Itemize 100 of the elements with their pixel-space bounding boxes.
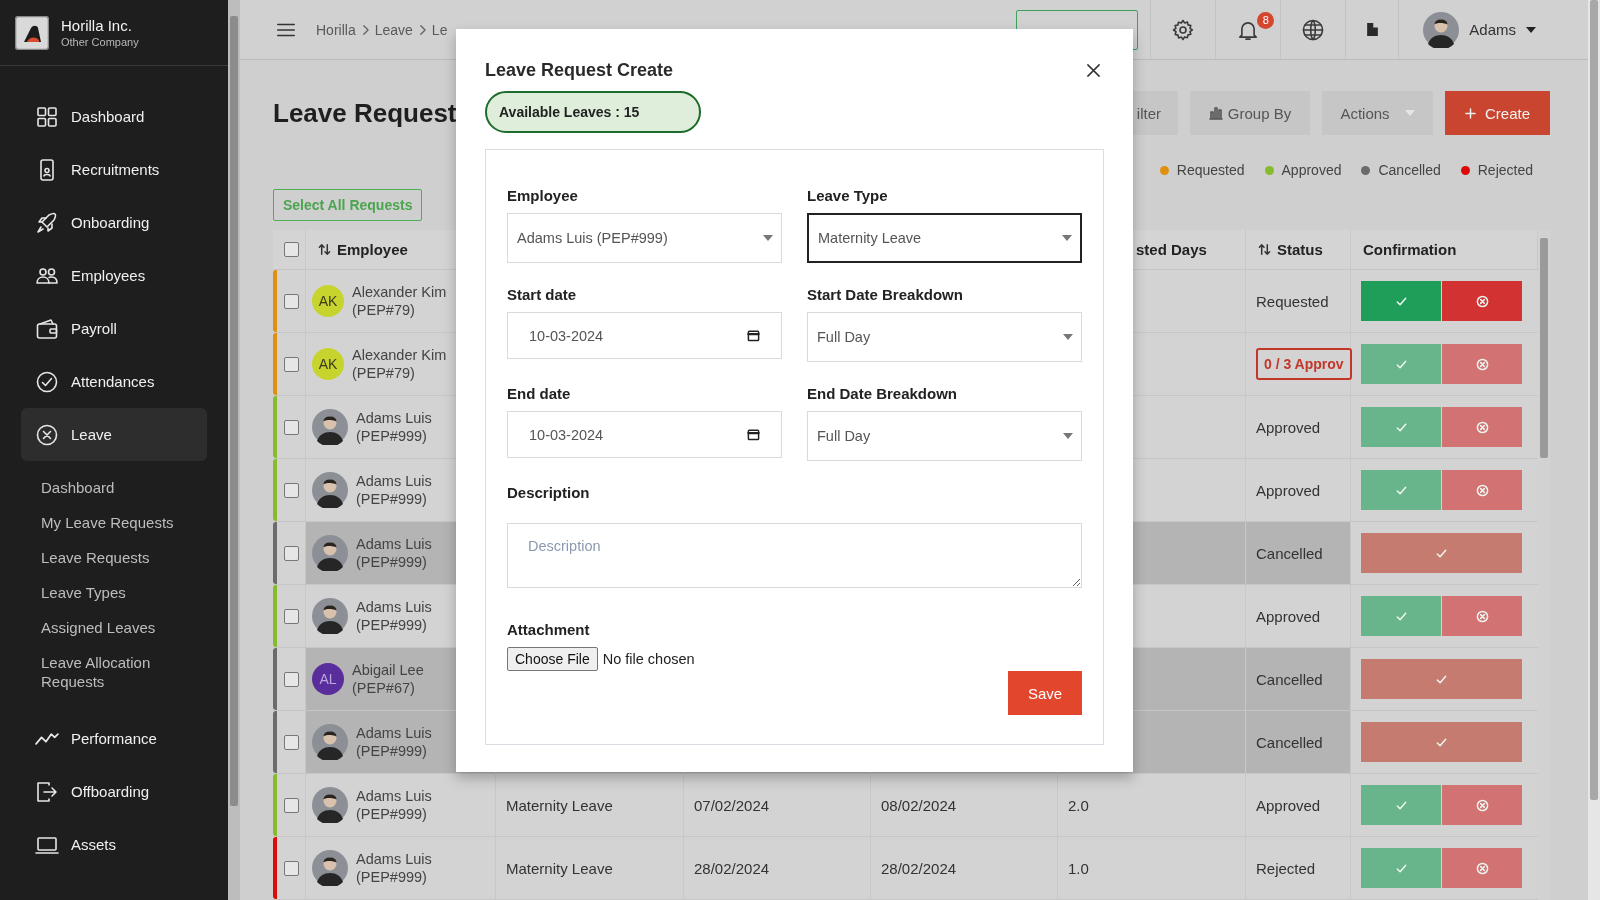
employee-name: Abigail Lee [352,661,424,679]
employee-name: Alexander Kim [352,346,447,364]
checkbox[interactable] [283,293,299,309]
reject-button[interactable] [1442,281,1522,321]
breadcrumb-link[interactable]: Leave [374,21,413,38]
cross-circle-icon [1475,609,1489,623]
select-field[interactable]: Full Day [807,312,1082,362]
field-label: Employee [507,187,579,204]
table-cell: Maternity Leave [496,774,684,836]
notification-badge: 8 [1257,12,1275,29]
submenu-item[interactable]: Leave Allocation Requests [41,645,181,699]
breadcrumb-link[interactable]: Le [431,21,448,38]
close-icon[interactable] [1086,62,1101,78]
date-field[interactable]: 10-03-2024 [507,312,782,359]
checkbox[interactable] [283,797,299,813]
check-icon [1394,609,1408,623]
table-cell: 28/02/2024 [871,837,1058,899]
column-header[interactable]: sted Days [1136,241,1207,258]
nav-item[interactable]: Dashboard [21,90,207,143]
select-field[interactable]: Maternity Leave [807,213,1082,263]
checkbox[interactable] [283,419,299,435]
cross-circle-icon [1475,357,1489,371]
checkbox[interactable] [283,671,299,687]
nav-item[interactable]: Attendances [21,355,207,408]
company-name: Horilla Inc. [61,17,133,34]
nav-item[interactable]: Leave [21,408,207,461]
employee-id: (PEP#999) [356,490,428,508]
globe-icon[interactable] [1301,17,1326,42]
nav-item[interactable]: Employees [21,249,207,302]
breadcrumb-link[interactable]: Horilla [316,21,356,38]
cross-circle-icon [1475,420,1489,434]
employee-id: (PEP#79) [352,364,416,382]
user-menu[interactable]: Adams [1398,0,1536,59]
rocket-icon [35,210,59,235]
employee-id: (PEP#999) [356,616,428,634]
scrollbar[interactable] [1588,0,1600,900]
field-label: Attachment [507,621,591,638]
check-icon [1394,357,1408,371]
settings-icon[interactable] [1171,17,1196,42]
choose-file-button[interactable]: Choose File [507,647,598,671]
nav-item[interactable]: Recruitments [21,143,207,196]
checkbox[interactable] [283,860,299,876]
status-label: Approved [1256,418,1321,436]
checkbox[interactable] [283,608,299,624]
create-button[interactable]: Create [1445,91,1550,135]
submenu-item[interactable]: Assigned Leaves [41,610,181,645]
column-header[interactable]: Confirmation [1363,241,1457,258]
group-by-button[interactable]: Group By [1190,91,1310,135]
employee-name: Alexander Kim [352,283,447,301]
cross-circle-icon [1475,483,1489,497]
nav-item[interactable]: Assets [21,818,207,871]
nav-item[interactable]: Onboarding [21,196,207,249]
nav-label: Performance [71,730,157,747]
line-chart-icon [35,732,59,745]
nav-label: Offboarding [71,783,150,800]
calendar-icon [747,329,760,342]
nav-item[interactable]: Performance [21,712,207,765]
building-icon[interactable] [1366,23,1378,36]
checkbox[interactable] [283,545,299,561]
approval-badge: 0 / 3 Approv [1256,348,1352,380]
check-icon [1435,546,1448,560]
grid-icon [35,104,59,129]
check-icon [1394,294,1408,308]
nav-item[interactable]: Offboarding [21,765,207,818]
employee-name: Adams Luis [356,850,432,868]
check-icon [1394,861,1408,875]
submenu-item[interactable]: Dashboard [41,470,181,505]
table-cell: Maternity Leave [496,837,684,899]
checkbox[interactable] [283,242,299,257]
plus-icon [1465,107,1476,119]
column-header[interactable]: Status [1258,241,1323,258]
legend-label: Requested [1176,162,1245,178]
submenu-item[interactable]: Leave Requests [41,540,181,575]
approve-button[interactable] [1361,281,1441,321]
employee-name: Adams Luis [356,409,432,427]
save-button[interactable]: Save [1008,671,1082,715]
nav-label: Attendances [71,373,155,390]
checkbox[interactable] [283,482,299,498]
avatar-icon [312,724,348,760]
select-field[interactable]: Adams Luis (PEP#999) [507,213,782,263]
select-field[interactable]: Full Day [807,411,1082,461]
status-label: Approved [1256,796,1321,814]
status-label: Cancelled [1256,733,1323,751]
checkbox[interactable] [283,734,299,750]
employee-name: Adams Luis [356,535,432,553]
scrollbar[interactable] [228,0,240,900]
cross-circle-icon [1475,861,1489,875]
checkbox[interactable] [283,356,299,372]
submenu-item[interactable]: Leave Types [41,575,181,610]
column-header[interactable]: Employee [318,241,408,258]
logo-icon [15,15,49,50]
description-field[interactable]: Description [507,523,1082,588]
submenu-item[interactable]: My Leave Requests [41,505,181,540]
cross-circle-icon [35,422,59,447]
nav-item[interactable]: Payroll [21,302,207,355]
status-label: Approved [1256,607,1321,625]
actions-button[interactable]: Actions [1322,91,1433,135]
bell-icon[interactable] [1239,19,1258,40]
wallet-icon [35,316,59,341]
date-field[interactable]: 10-03-2024 [507,411,782,458]
